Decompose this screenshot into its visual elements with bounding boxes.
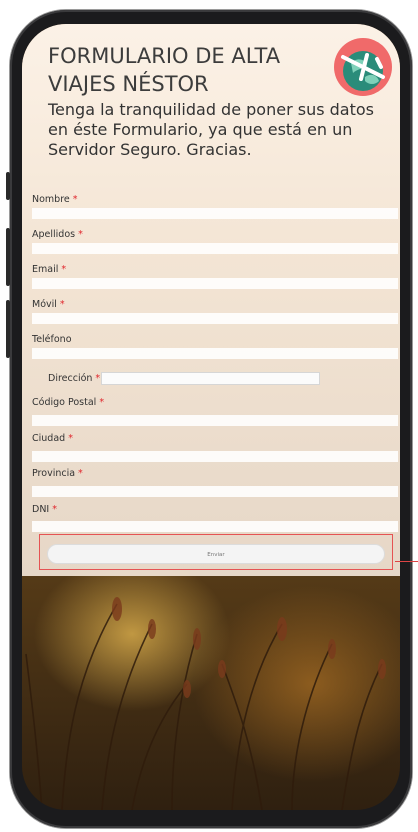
- codigo-postal-label: Código Postal *: [32, 397, 105, 408]
- required-asterisk: *: [59, 299, 65, 310]
- codigo-postal-input[interactable]: [32, 415, 398, 426]
- page-title: FORMULARIO DE ALTA VIAJES NÉSTOR: [48, 42, 318, 98]
- email-input[interactable]: [32, 278, 398, 289]
- required-asterisk: *: [61, 264, 67, 275]
- page-subtitle: Tenga la tranquilidad de poner sus datos…: [48, 100, 374, 159]
- title-line-2: VIAJES NÉSTOR: [48, 72, 209, 96]
- required-asterisk: *: [52, 504, 57, 515]
- required-asterisk: *: [99, 397, 105, 408]
- required-asterisk: *: [95, 373, 101, 384]
- required-asterisk: *: [78, 229, 83, 240]
- apellidos-label: Apellidos *: [32, 229, 83, 240]
- volume-up-button: [6, 228, 10, 286]
- airplane-globe-logo-icon: [334, 38, 392, 96]
- required-asterisk: *: [78, 468, 83, 479]
- required-asterisk: *: [68, 433, 73, 444]
- movil-input[interactable]: [32, 313, 398, 324]
- provincia-label: Provincia *: [32, 468, 83, 479]
- provincia-input[interactable]: [32, 486, 398, 497]
- dni-input[interactable]: [32, 521, 398, 532]
- telefono-label: Teléfono: [32, 334, 72, 345]
- nombre-input[interactable]: [32, 208, 398, 219]
- submit-button[interactable]: Enviar: [47, 544, 385, 564]
- email-label: Email *: [32, 264, 67, 275]
- title-line-1: FORMULARIO DE ALTA: [48, 44, 281, 68]
- ciudad-input[interactable]: [32, 451, 398, 462]
- required-asterisk: *: [72, 194, 78, 205]
- ciudad-label: Ciudad *: [32, 433, 73, 444]
- movil-label: Móvil *: [32, 299, 65, 310]
- volume-down-button: [6, 300, 10, 358]
- apellidos-input[interactable]: [32, 243, 398, 254]
- direccion-label: Dirección *: [48, 373, 101, 384]
- callout-line: [395, 561, 418, 562]
- dni-label: DNI *: [32, 504, 57, 515]
- nombre-label: Nombre *: [32, 194, 78, 205]
- direccion-input[interactable]: [101, 372, 320, 385]
- telefono-input[interactable]: [32, 348, 398, 359]
- phone-screen: FORMULARIO DE ALTA VIAJES NÉSTOR Tenga l…: [22, 24, 400, 810]
- mute-switch: [6, 172, 10, 200]
